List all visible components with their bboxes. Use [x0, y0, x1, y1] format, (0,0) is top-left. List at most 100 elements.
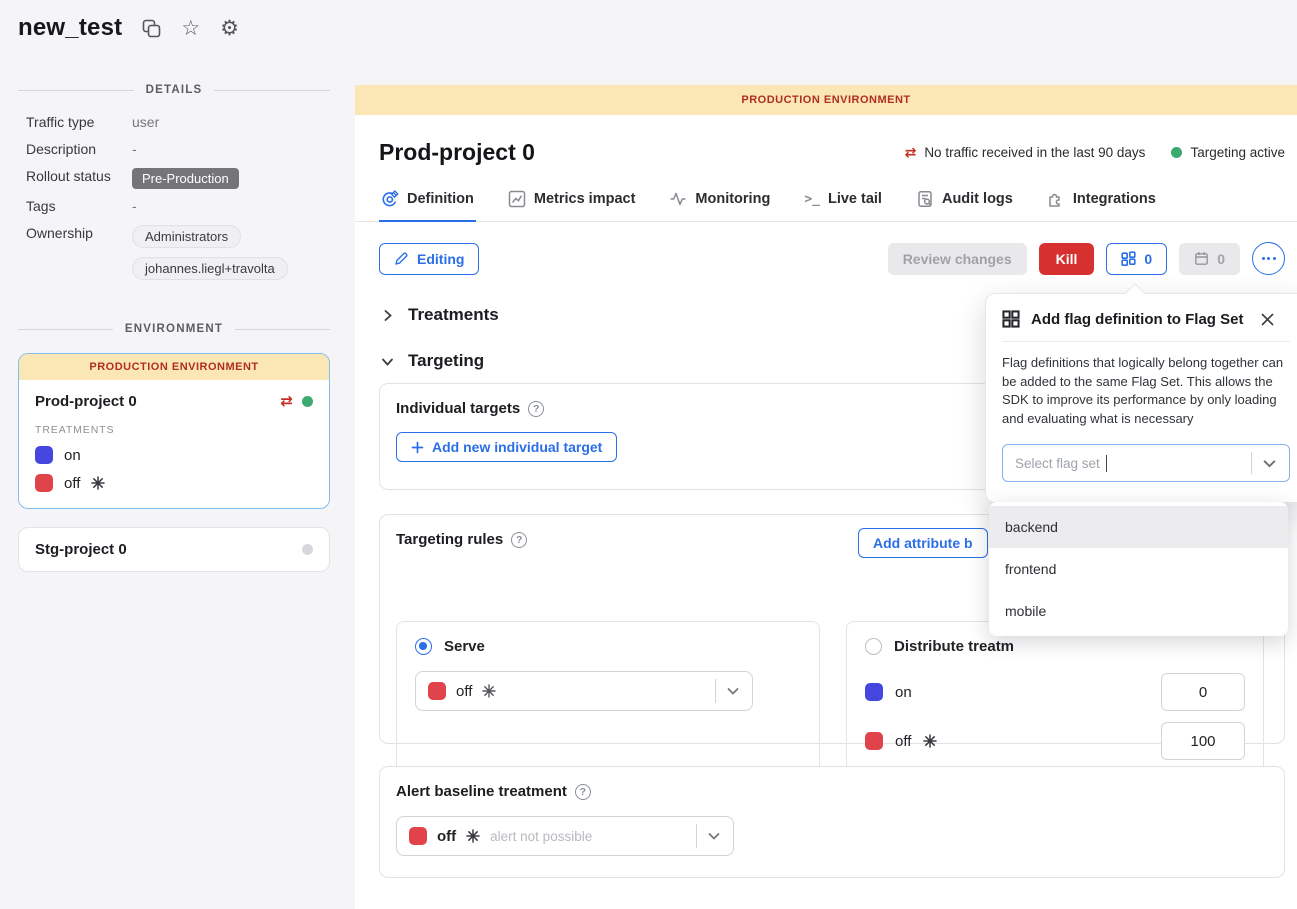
treatment-off-swatch — [35, 474, 53, 492]
editing-button[interactable]: Editing — [379, 243, 479, 275]
production-environment-banner: PRODUCTION ENVIRONMENT — [355, 85, 1297, 115]
environment-card-staging[interactable]: Stg-project 0 — [18, 527, 330, 572]
individual-targets-title: Individual targets — [396, 400, 520, 417]
distribute-row-off: off — [865, 722, 1245, 760]
distribute-rule-card: Distribute treatm on off — [846, 621, 1264, 779]
app-root: new_test ☆ ⚙ DETAILS Traffic type user D… — [0, 0, 1297, 909]
chevron-right-icon — [381, 309, 394, 322]
tab-bar: Definition Metrics impact Monitoring — [355, 184, 1297, 222]
treatment-off-swatch — [409, 827, 427, 845]
flag-set-option-backend[interactable]: backend — [989, 506, 1288, 548]
targeting-active-dot — [1171, 147, 1182, 158]
rollout-status-badge: Pre-Production — [132, 168, 239, 189]
ownership-pills: Administrators johannes.liegl+travolta — [132, 225, 288, 289]
popover-title: Add flag definition to Flag Set — [1031, 311, 1248, 328]
targeting-status-text: Targeting active — [1190, 145, 1285, 160]
detail-row-description: Description - — [18, 141, 330, 159]
flag-environment-title: Prod-project 0 — [379, 139, 535, 166]
serve-treatment-select[interactable]: off — [415, 671, 753, 711]
select-placeholder: Select flag set — [1015, 456, 1100, 471]
flag-set-options-dropdown: backend frontend mobile — [989, 502, 1288, 636]
flag-set-grid-icon — [1002, 310, 1020, 328]
flag-set-select-input[interactable]: Select flag set — [1002, 444, 1290, 482]
alert-note: alert not possible — [490, 829, 592, 844]
flag-set-count: 0 — [1144, 251, 1152, 267]
default-treatment-icon — [466, 829, 480, 843]
help-icon[interactable]: ? — [528, 401, 544, 417]
kill-button[interactable]: Kill — [1039, 243, 1095, 275]
traffic-status-text: No traffic received in the last 90 days — [924, 145, 1145, 160]
owner-pill[interactable]: Administrators — [132, 225, 241, 248]
schedule-button[interactable]: 0 — [1179, 243, 1240, 275]
tab-definition[interactable]: Definition — [379, 184, 476, 222]
serve-rule-card: Serve off — [396, 621, 820, 779]
popover-divider — [1002, 341, 1290, 342]
environment-card-production[interactable]: PRODUCTION ENVIRONMENT Prod-project 0 ⇄ … — [18, 353, 330, 509]
chevron-down-icon[interactable] — [1262, 456, 1277, 471]
sidebar: DETAILS Traffic type user Description - … — [18, 76, 330, 572]
owner-pill[interactable]: johannes.liegl+travolta — [132, 257, 288, 280]
definition-icon — [381, 190, 399, 208]
distribute-row-on: on — [865, 673, 1245, 711]
tab-integrations[interactable]: Integrations — [1045, 184, 1158, 222]
flag-set-option-frontend[interactable]: frontend — [989, 548, 1288, 590]
help-icon[interactable]: ? — [511, 532, 527, 548]
status-row: ⇄ No traffic received in the last 90 day… — [905, 144, 1285, 161]
treatment-on-swatch — [35, 446, 53, 464]
serve-label: Serve — [444, 638, 485, 655]
targeting-active-dot — [302, 396, 313, 407]
chevron-down-icon — [707, 829, 721, 843]
review-changes-button[interactable]: Review changes — [888, 243, 1027, 275]
add-individual-target-button[interactable]: Add new individual target — [396, 432, 617, 462]
environment-name: Stg-project 0 — [35, 541, 302, 558]
chevron-down-icon — [381, 355, 394, 368]
treatment-row-on: on — [35, 446, 313, 464]
traffic-swap-icon: ⇄ — [905, 144, 917, 161]
traffic-swap-icon: ⇄ — [280, 392, 293, 410]
star-icon[interactable]: ☆ — [181, 18, 200, 39]
default-treatment-icon — [482, 684, 496, 698]
help-icon[interactable]: ? — [575, 784, 591, 800]
inactive-dot — [302, 544, 313, 555]
default-treatment-icon — [91, 476, 105, 490]
add-attribute-rule-button[interactable]: Add attribute b — [858, 528, 988, 558]
environment-heading: ENVIRONMENT — [18, 323, 330, 335]
distribute-off-percentage-input[interactable] — [1161, 722, 1245, 760]
distribute-radio[interactable] — [865, 638, 882, 655]
toolbar: Editing Review changes Kill 0 — [379, 242, 1285, 275]
monitoring-icon — [669, 190, 687, 208]
treatment-row-off: off — [35, 474, 313, 492]
treatment-off-swatch — [865, 732, 883, 750]
detail-row-rollout-status: Rollout status Pre-Production — [18, 168, 330, 189]
environment-name: Prod-project 0 — [35, 393, 280, 410]
tab-monitoring[interactable]: Monitoring — [667, 184, 772, 222]
audit-logs-icon — [916, 190, 934, 208]
tab-audit-logs[interactable]: Audit logs — [914, 184, 1015, 222]
calendar-icon — [1194, 251, 1209, 266]
tab-live-tail[interactable]: >_ Live tail — [802, 184, 884, 222]
more-actions-button[interactable] — [1252, 242, 1285, 275]
metrics-impact-icon — [508, 190, 526, 208]
distribute-on-percentage-input[interactable] — [1161, 673, 1245, 711]
flag-set-option-mobile[interactable]: mobile — [989, 590, 1288, 632]
copy-icon[interactable] — [142, 19, 161, 38]
treatments-heading: TREATMENTS — [35, 424, 313, 436]
add-flag-to-flagset-popover: Add flag definition to Flag Set Flag def… — [985, 293, 1297, 503]
pencil-icon — [394, 251, 409, 266]
live-tail-icon: >_ — [804, 192, 820, 207]
page-title: new_test — [18, 14, 122, 42]
flag-sets-button[interactable]: 0 — [1106, 243, 1167, 275]
alert-baseline-select[interactable]: off alert not possible — [396, 816, 734, 856]
alert-baseline-title: Alert baseline treatment — [396, 783, 567, 800]
serve-radio[interactable] — [415, 638, 432, 655]
detail-row-traffic-type: Traffic type user — [18, 114, 330, 132]
close-icon[interactable] — [1259, 311, 1276, 328]
default-treatment-icon — [923, 734, 937, 748]
tab-metrics-impact[interactable]: Metrics impact — [506, 184, 638, 222]
popover-description: Flag definitions that logically belong t… — [1002, 354, 1290, 428]
chevron-down-icon — [726, 684, 740, 698]
alert-baseline-panel: Alert baseline treatment ? off alert not… — [379, 766, 1285, 878]
details-heading: DETAILS — [18, 84, 330, 96]
integrations-icon — [1047, 190, 1065, 208]
gear-icon[interactable]: ⚙ — [220, 18, 239, 39]
